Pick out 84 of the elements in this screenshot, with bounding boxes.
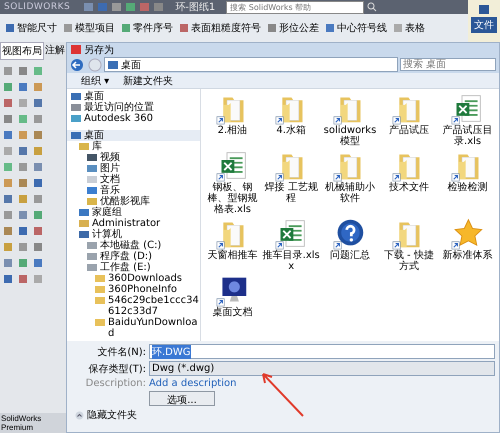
- nav-item[interactable]: 图片: [67, 163, 200, 174]
- toolbar-icon[interactable]: [125, 2, 136, 12]
- options-button[interactable]: 选项...: [149, 391, 215, 406]
- file-item[interactable]: 产品试压目录.xls: [438, 92, 497, 147]
- tool-icon: [121, 23, 131, 33]
- nav-item[interactable]: 计算机: [67, 229, 200, 240]
- file-item[interactable]: 产品试压: [379, 92, 438, 147]
- file-item[interactable]: 4.水箱: [262, 92, 321, 147]
- file-item[interactable]: 机械辅助小软件: [320, 149, 380, 215]
- nav-item[interactable]: 最近访问的位置: [67, 102, 200, 113]
- toolbar-icon[interactable]: [97, 2, 108, 12]
- file-item[interactable]: 钢板、钢棒、型钢规格表.xls: [203, 149, 262, 215]
- chevron-icon: [75, 410, 84, 420]
- file-tab[interactable]: 文件: [471, 17, 497, 33]
- nav-item[interactable]: 360Downloads: [67, 273, 200, 284]
- nav-item[interactable]: 家庭组: [67, 207, 200, 218]
- organize-button[interactable]: 组织 ▾: [81, 74, 110, 88]
- tab[interactable]: 视图布局: [0, 42, 44, 60]
- status-text: SolidWorks Premium: [0, 413, 66, 433]
- ribbon-button[interactable]: 表面粗糙度符号: [177, 20, 263, 36]
- tool-icon: [63, 23, 73, 33]
- nav-item[interactable]: 程序盘 (D:): [67, 251, 200, 262]
- file-item[interactable]: solidworks模型: [320, 92, 380, 147]
- nav-item[interactable]: 工作盘 (E:): [67, 262, 200, 273]
- nav-item[interactable]: Administrator: [67, 218, 200, 229]
- file-item[interactable]: 2.相油: [203, 92, 262, 147]
- nav-item[interactable]: 546c29cbe1ccc34612c33d7: [67, 295, 200, 317]
- toolbar-icon[interactable]: [111, 2, 122, 12]
- nav-item[interactable]: 360PhoneInfo: [67, 284, 200, 295]
- nav-item[interactable]: 桌面: [67, 91, 200, 102]
- toolbar-icon[interactable]: [83, 2, 94, 12]
- tool-icon: [5, 23, 15, 33]
- nav-item[interactable]: 视频: [67, 152, 200, 163]
- search-icon[interactable]: [367, 2, 378, 12]
- tool-icon: [393, 23, 403, 33]
- ribbon-button[interactable]: 智能尺寸: [3, 20, 59, 36]
- nav-item[interactable]: 优酷影视库: [67, 196, 200, 207]
- file-type-dropdown[interactable]: Dwg (*.dwg): [149, 361, 495, 376]
- tool-icon: [267, 23, 277, 33]
- back-icon[interactable]: [70, 58, 86, 72]
- file-item[interactable]: 桌面文档: [203, 274, 262, 318]
- toolbar-icon[interactable]: [139, 2, 150, 12]
- nav-item[interactable]: 桌面: [67, 130, 200, 141]
- filename-field[interactable]: 环.DWG: [149, 344, 495, 359]
- dialog-title: 另存为: [84, 44, 114, 56]
- new-folder-button[interactable]: 新建文件夹: [123, 74, 174, 88]
- ribbon-button[interactable]: 中心符号线: [323, 20, 389, 36]
- file-type-label: 保存类型(T):: [88, 362, 146, 376]
- file-item[interactable]: 技术文件: [379, 149, 438, 215]
- ribbon-button[interactable]: 模型项目: [61, 20, 117, 36]
- path-segment[interactable]: 桌面: [121, 58, 141, 72]
- nav-item[interactable]: 库: [67, 141, 200, 152]
- ribbon-button[interactable]: 形位公差: [265, 20, 321, 36]
- tab[interactable]: 注解: [44, 42, 66, 60]
- tool-icon: [325, 23, 335, 33]
- spreadsheet-shortcut-icon: [216, 149, 249, 182]
- file-item[interactable]: 推车目录.xlsx: [262, 217, 321, 272]
- file-item[interactable]: 焊接 工艺规程: [262, 149, 321, 215]
- nav-item[interactable]: 音乐: [67, 185, 200, 196]
- help-search-field[interactable]: 搜索 SolidWorks 帮助: [226, 0, 364, 14]
- nav-item[interactable]: BaiduYunDownload: [67, 317, 200, 339]
- tool-icon: [179, 23, 189, 33]
- document-title: 环-图纸1: [175, 1, 216, 14]
- star-icon: [451, 217, 484, 250]
- hide-folders-button[interactable]: 隐藏文件夹: [71, 408, 495, 422]
- address-bar[interactable]: 桌面: [104, 57, 398, 72]
- filename-label: 文件名(N):: [96, 346, 146, 358]
- file-item[interactable]: 检验检测: [438, 149, 497, 215]
- file-item[interactable]: 下载 - 快捷方式: [379, 217, 438, 272]
- spreadsheet-shortcut-icon: [274, 217, 308, 250]
- nav-item[interactable]: 本地磁盘 (C:): [67, 240, 200, 251]
- file-item[interactable]: 天窗相推车: [203, 217, 262, 272]
- ribbon-button[interactable]: 零件序号: [119, 20, 175, 36]
- file-item[interactable]: 问题汇总: [320, 217, 380, 272]
- description-label: Description:: [84, 378, 146, 389]
- app-logo: SOLIDWORKS: [4, 2, 70, 12]
- file-item[interactable]: 新标准体系: [438, 217, 497, 272]
- nav-item[interactable]: 文档: [67, 174, 200, 185]
- search-field[interactable]: 搜索 桌面: [400, 58, 496, 71]
- add-description-link[interactable]: Add a description: [149, 378, 236, 389]
- toolbar-icon[interactable]: [153, 2, 164, 12]
- nav-item[interactable]: Autodesk 360: [67, 113, 200, 124]
- ribbon-button[interactable]: 表格: [391, 20, 427, 36]
- app-icon: [71, 45, 81, 54]
